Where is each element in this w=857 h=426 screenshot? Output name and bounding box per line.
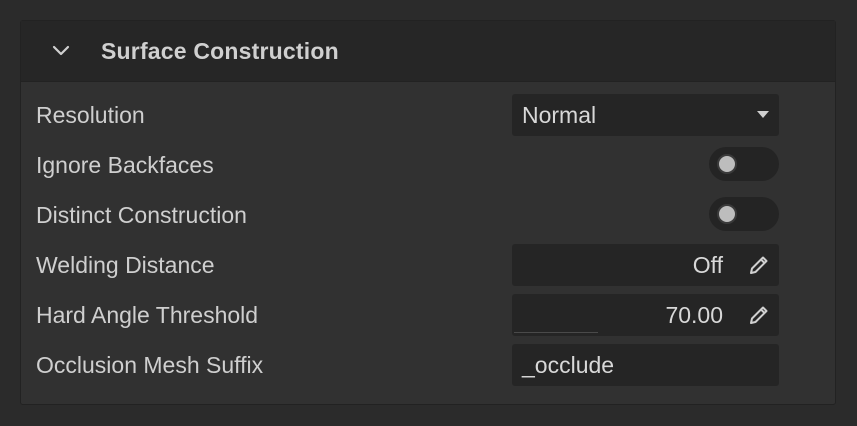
occlusion-mesh-suffix-value: _occlude: [522, 352, 615, 378]
distinct-construction-label: Distinct Construction: [36, 202, 247, 228]
distinct-construction-toggle[interactable]: [709, 197, 779, 231]
pencil-icon[interactable]: [747, 253, 771, 277]
panel-header[interactable]: Surface Construction: [21, 21, 835, 82]
resolution-label: Resolution: [36, 102, 145, 128]
hard-angle-threshold-row: Hard Angle Threshold 70.00: [21, 294, 835, 336]
hard-angle-threshold-field[interactable]: 70.00: [512, 294, 779, 336]
caret-down-icon: [757, 111, 769, 118]
resolution-row: Resolution Normal: [21, 94, 835, 136]
surface-construction-panel: Surface Construction Resolution Normal I…: [20, 20, 836, 405]
welding-distance-field[interactable]: Off: [512, 244, 779, 286]
hard-angle-threshold-label: Hard Angle Threshold: [36, 302, 259, 328]
ignore-backfaces-label: Ignore Backfaces: [36, 152, 214, 178]
slider-track: [514, 332, 598, 333]
distinct-construction-row: Distinct Construction: [21, 194, 835, 236]
occlusion-mesh-suffix-label: Occlusion Mesh Suffix: [36, 352, 264, 378]
welding-distance-row: Welding Distance Off: [21, 244, 835, 286]
pencil-icon[interactable]: [747, 303, 771, 327]
panel-title: Surface Construction: [101, 37, 339, 64]
welding-distance-value: Off: [692, 252, 723, 278]
hard-angle-threshold-value: 70.00: [665, 302, 723, 328]
resolution-select[interactable]: Normal: [512, 94, 779, 136]
toggle-knob: [717, 154, 737, 174]
welding-distance-label: Welding Distance: [36, 252, 215, 278]
resolution-value: Normal: [522, 102, 597, 128]
ignore-backfaces-toggle[interactable]: [709, 147, 779, 181]
chevron-down-icon[interactable]: [51, 41, 71, 61]
occlusion-mesh-suffix-row: Occlusion Mesh Suffix _occlude: [21, 344, 835, 386]
occlusion-mesh-suffix-input[interactable]: _occlude: [512, 344, 779, 386]
toggle-knob: [717, 204, 737, 224]
ignore-backfaces-row: Ignore Backfaces: [21, 144, 835, 186]
